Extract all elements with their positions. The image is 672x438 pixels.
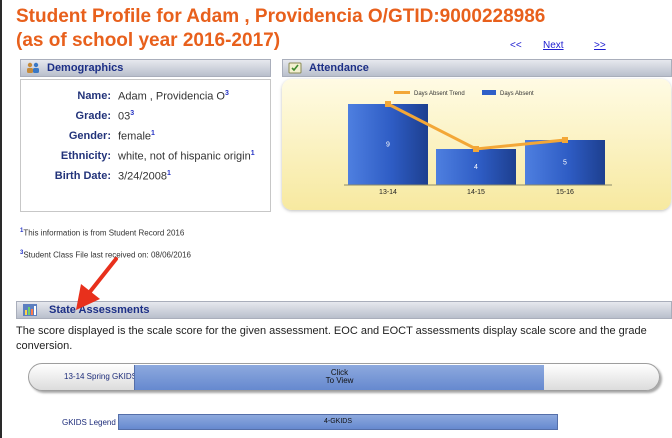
legend-trend-swatch [394, 91, 410, 94]
x-axis-tick-label: 15-16 [556, 189, 574, 196]
x-axis-tick-label: 14-15 [467, 189, 485, 196]
assessment-row-gkids: 13-14 Spring GKIDS Click To View [28, 363, 660, 391]
page-subtitle: (as of school year 2016-2017) [16, 30, 281, 51]
attendance-chart-svg: Days Absent Trend Days Absent 9 13-14 4 14-15… [344, 90, 612, 196]
prev-student-link[interactable]: << [510, 40, 522, 51]
birth-date-value: 3/24/20081 [118, 170, 171, 183]
grade-value: 033 [118, 110, 135, 123]
click-to-view-button[interactable]: Click To View [134, 365, 544, 390]
bar-value-label: 5 [563, 160, 567, 167]
demographics-panel: Name: Adam , Providencia O3 Grade: 033 G… [20, 79, 271, 212]
ethnicity-label: Ethnicity: [60, 150, 111, 162]
users-icon [27, 62, 39, 73]
gkids-legend-label: GKIDS Legend [62, 418, 116, 427]
click-to-view-text: Click To View [325, 368, 354, 385]
calendar-icon [288, 62, 302, 74]
legend-absent-label: Days Absent [500, 91, 534, 97]
assessment-description: The score displayed is the scale score f… [16, 325, 647, 352]
trend-point [385, 101, 391, 107]
assessment-row-label: 13-14 Spring GKIDS [64, 372, 137, 381]
bar-value-label: 9 [386, 142, 390, 149]
last-student-link[interactable]: >> [594, 40, 606, 51]
name-value: Adam , Providencia O3 [118, 90, 229, 103]
bar-value-label: 4 [474, 164, 478, 171]
gkids-legend-bar: 4-GKIDS [118, 414, 558, 430]
attendance-title: Attendance [309, 62, 369, 74]
page-title: Student Profile for Adam , Providencia O… [16, 6, 546, 27]
footnote-student-record: 1This information is from Student Record… [20, 228, 185, 238]
ethnicity-value: white, not of hispanic origin1 [118, 150, 255, 163]
grade-label: Grade: [75, 110, 111, 122]
gender-label: Gender: [68, 130, 111, 142]
name-label: Name: [77, 90, 111, 102]
trend-point [562, 137, 568, 143]
bar-chart-icon [23, 304, 37, 316]
birth-date-label: Birth Date: [54, 170, 111, 182]
left-border-line [0, 0, 2, 438]
gkids-legend-text: 4-GKIDS [323, 418, 352, 425]
x-axis-tick-label: 13-14 [379, 189, 397, 196]
gender-value: female1 [118, 130, 155, 143]
next-student-link[interactable]: Next [543, 40, 564, 51]
trend-point [473, 146, 479, 152]
annotation-arrow-icon [76, 257, 118, 310]
attendance-chart: Days Absent Trend Days Absent 9 13-14 4 14-15… [282, 79, 671, 210]
attendance-header: Attendance [282, 59, 672, 77]
demographics-header: Demographics [20, 59, 271, 77]
legend-trend-label: Days Absent Trend [414, 91, 465, 97]
demographics-title: Demographics [47, 62, 124, 74]
legend-absent-swatch [482, 90, 496, 95]
